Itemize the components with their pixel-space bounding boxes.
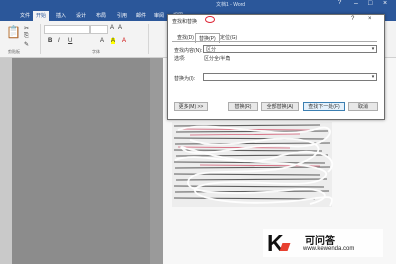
redaction-scribble — [172, 122, 334, 207]
dialog-title: 查找和替换 — [172, 19, 198, 25]
document-title: 文档1 - Word — [216, 2, 246, 8]
options-label: 选项: — [174, 56, 186, 62]
minimize-icon[interactable]: – — [354, 0, 358, 7]
copy-icon[interactable]: ⎘ — [24, 33, 29, 40]
replace-button[interactable]: 替换(R) — [228, 102, 258, 111]
find-what-input[interactable]: 区分 ▾ — [203, 45, 377, 53]
annotation-circle — [205, 16, 215, 23]
font-group-label: 字体 — [92, 49, 100, 54]
replace-all-button[interactable]: 全部替换(A) — [261, 102, 299, 111]
help-icon[interactable]: ? — [338, 0, 341, 6]
chevron-down-icon[interactable]: ▾ — [370, 74, 376, 80]
grow-font-icon[interactable]: A — [110, 25, 114, 31]
tab-insert[interactable]: 插入 — [53, 11, 69, 21]
highlight-button[interactable]: A — [111, 38, 116, 44]
tab-layout[interactable]: 布局 — [93, 11, 109, 21]
clipboard-group-label: 剪贴板 — [8, 49, 20, 54]
close-icon[interactable]: × — [383, 0, 387, 7]
tab-divider — [172, 41, 377, 42]
bold-button[interactable]: B — [48, 38, 52, 44]
obscured-text-block — [172, 122, 334, 207]
watermark: K 可问答 www.kewenda.com — [263, 229, 383, 257]
ribbon-separator — [40, 24, 41, 54]
page-gap — [150, 58, 163, 264]
tab-home[interactable]: 开始 — [33, 11, 50, 21]
cut-icon[interactable]: ✂ — [24, 25, 29, 32]
tab-mailings[interactable]: 邮件 — [133, 11, 149, 21]
left-margin-area — [0, 58, 12, 264]
options-value: 区分全/半角 — [204, 56, 231, 62]
font-name-combo[interactable] — [44, 25, 90, 34]
shrink-font-icon[interactable]: A — [118, 25, 122, 31]
font-size-combo[interactable] — [90, 25, 108, 34]
maximize-icon[interactable]: □ — [368, 0, 372, 7]
cancel-button[interactable]: 取消 — [348, 102, 378, 111]
format-painter-icon[interactable]: ✎ — [24, 41, 29, 48]
dialog-close-icon[interactable]: × — [368, 16, 372, 22]
tab-references[interactable]: 引用 — [114, 11, 130, 21]
replace-with-label: 替换为(I): — [174, 76, 196, 82]
dialog-help-icon[interactable]: ? — [351, 16, 354, 22]
underline-button[interactable]: U — [68, 38, 72, 44]
paste-icon[interactable]: 📋 — [6, 25, 21, 39]
ribbon-separator — [148, 24, 149, 54]
find-replace-dialog: 查找和替换 ? × 查找(D) 替换(P) 定位(G) 查找内容(N): 区分 … — [167, 14, 385, 120]
replace-with-input[interactable]: ▾ — [203, 73, 377, 81]
chevron-down-icon[interactable]: ▾ — [370, 46, 376, 52]
more-button[interactable]: 更多(M) >> — [174, 102, 208, 111]
tab-design[interactable]: 设计 — [73, 11, 89, 21]
watermark-text: 可问答 — [305, 236, 335, 247]
title-bar: 文档1 - Word ? – □ × — [0, 0, 396, 10]
tab-file[interactable]: 文件 — [17, 11, 33, 21]
font-color-button[interactable]: A — [122, 38, 126, 44]
text-effects-button[interactable]: A — [100, 38, 104, 44]
find-next-button[interactable]: 查找下一处(F) — [303, 102, 345, 111]
italic-button[interactable]: I — [58, 38, 60, 44]
tab-review[interactable]: 审阅 — [151, 11, 167, 21]
find-what-value: 区分 — [206, 47, 217, 53]
find-what-label: 查找内容(N): — [174, 48, 203, 54]
watermark-url: www.kewenda.com — [303, 246, 355, 252]
watermark-logo-accent — [279, 243, 291, 251]
